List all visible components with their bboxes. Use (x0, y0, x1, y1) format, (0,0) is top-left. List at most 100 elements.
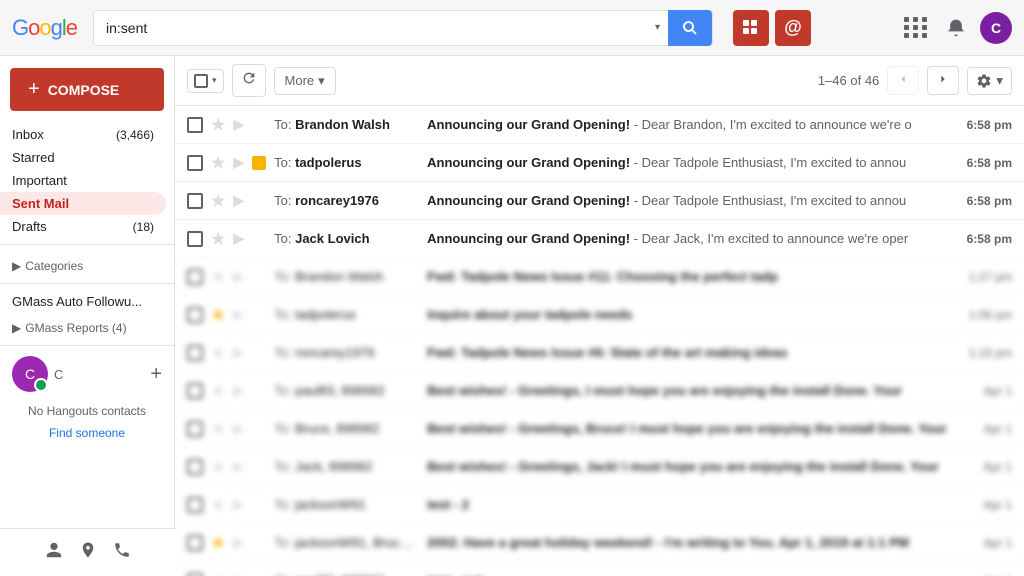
phone-icon[interactable] (113, 541, 131, 564)
settings-arrow-icon: ▾ (996, 73, 1003, 89)
email-subject: test - 2 (427, 497, 967, 512)
email-checkbox[interactable] (187, 459, 203, 475)
email-to: To: roncarey1976 (274, 345, 419, 360)
email-time: Apr 1 (983, 498, 1012, 512)
email-subject: Announcing our Grand Opening! - Dear Tad… (427, 155, 951, 170)
email-row[interactable]: ★ ▶ To: jacksonW91 test - 2 Apr 1 (175, 486, 1024, 524)
inbox-label: Inbox (12, 127, 116, 142)
important-icon: ▶ (233, 496, 244, 513)
avatar[interactable]: C (980, 12, 1012, 44)
notifications-button[interactable] (940, 12, 972, 44)
settings-button[interactable]: ▾ (967, 67, 1012, 95)
right-icons: C (900, 12, 1012, 44)
sidebar-item-gmass-followup[interactable]: GMass Auto Followu... (0, 290, 174, 313)
email-subject: 2002: Have a great holiday weekend! - I'… (427, 535, 967, 550)
star-icon[interactable]: ★ (211, 191, 225, 211)
star-icon[interactable]: ★ (211, 267, 225, 287)
select-all-checkbox (194, 74, 208, 88)
email-row[interactable]: ★ ▶ To: Jack, 898982 Best wishes! - Gree… (175, 448, 1024, 486)
sidebar-item-inbox[interactable]: Inbox (3,466) (0, 123, 166, 146)
star-icon[interactable]: ★ (211, 381, 225, 401)
email-time: Apr 1 (983, 422, 1012, 436)
inbox-count: (3,466) (116, 128, 154, 142)
email-checkbox[interactable] (187, 421, 203, 437)
location-icon[interactable] (79, 541, 97, 564)
star-icon[interactable]: ★ (211, 495, 225, 515)
email-row[interactable]: ★ ▶ To: Jack Lovich Announcing our Grand… (175, 220, 1024, 258)
dropdown-arrow-icon: ▾ (212, 75, 217, 86)
email-to: To: tadpolerus (274, 155, 419, 170)
star-icon[interactable]: ★ (211, 419, 225, 439)
apps-button[interactable] (900, 12, 932, 44)
star-icon[interactable]: ★ (211, 153, 225, 173)
person-icon[interactable] (45, 541, 63, 564)
email-subject: Announcing our Grand Opening! - Dear Jac… (427, 231, 951, 246)
email-checkbox[interactable] (187, 497, 203, 513)
email-subject: Announcing our Grand Opening! - Dear Tad… (427, 193, 951, 208)
hangout-user[interactable]: C C + (0, 352, 174, 396)
star-icon[interactable]: ★ (211, 115, 225, 135)
find-someone-link[interactable]: Find someone (0, 426, 174, 440)
star-icon[interactable]: ★ (211, 229, 225, 249)
email-row[interactable]: ★ ▶ To: Brandon Walsh Fwd: Tadpole News … (175, 258, 1024, 296)
expand-icon-2: ▶ (12, 321, 21, 335)
hangout-add-button[interactable]: + (150, 363, 162, 386)
star-icon[interactable]: ★ (211, 305, 225, 325)
star-icon[interactable]: ★ (211, 571, 225, 576)
email-checkbox[interactable] (187, 155, 203, 171)
label-icon (252, 156, 266, 170)
toolbar: ▾ More ▾ 1–46 of 46 (175, 56, 1024, 106)
sidebar: + COMPOSE Inbox (3,466) Starred Importan… (0, 56, 175, 576)
email-row[interactable]: ★ ▶ To: tadpolerus Inquire about your ta… (175, 296, 1024, 334)
gmass-reports-section[interactable]: ▶ GMass Reports (4) (0, 313, 174, 339)
email-checkbox[interactable] (187, 117, 203, 133)
star-icon[interactable]: ★ (211, 457, 225, 477)
important-icon: ▶ (233, 306, 244, 323)
email-time: 6:58 pm (967, 232, 1012, 246)
gmass-at-button[interactable]: @ (775, 10, 811, 46)
email-checkbox[interactable] (187, 345, 203, 361)
more-button[interactable]: More ▾ (274, 67, 336, 95)
email-checkbox[interactable] (187, 573, 203, 576)
star-icon[interactable]: ★ (211, 533, 225, 553)
email-checkbox[interactable] (187, 383, 203, 399)
prev-page-button[interactable] (887, 66, 919, 95)
sidebar-item-important[interactable]: Important (0, 169, 166, 192)
email-checkbox[interactable] (187, 307, 203, 323)
sidebar-item-drafts[interactable]: Drafts (18) (0, 215, 166, 238)
next-page-button[interactable] (927, 66, 959, 95)
email-checkbox[interactable] (187, 269, 203, 285)
email-row[interactable]: ★ ▶ To: paul83, 898982 Best wishes! - Gr… (175, 372, 1024, 410)
compose-button[interactable]: + COMPOSE (10, 68, 164, 111)
email-checkbox[interactable] (187, 535, 203, 551)
email-row[interactable]: ★ ▶ To: roncarey1976 Fwd: Tadpole News I… (175, 334, 1024, 372)
sidebar-item-sent[interactable]: Sent Mail (0, 192, 166, 215)
email-row[interactable]: ★ ▶ To: tadpolerus Announcing our Grand … (175, 144, 1024, 182)
email-row[interactable]: ★ ▶ To: Bruce, 898982 Best wishes! - Gre… (175, 410, 1024, 448)
search-button[interactable] (668, 10, 712, 46)
email-to: To: jacksonW91 (274, 497, 419, 512)
search-dropdown-button[interactable]: ▾ (647, 22, 668, 33)
email-time: 1:27 pm (969, 270, 1012, 284)
sidebar-divider (0, 244, 174, 245)
email-row[interactable]: ★ ▶ To: Brandon Walsh Announcing our Gra… (175, 106, 1024, 144)
star-icon[interactable]: ★ (211, 343, 225, 363)
select-checkbox-dropdown[interactable]: ▾ (187, 69, 224, 93)
email-time: 1:15 pm (969, 346, 1012, 360)
email-row[interactable]: ★ ▶ To: paul83, 898982 test - out Apr 1 (175, 562, 1024, 576)
email-checkbox[interactable] (187, 231, 203, 247)
sidebar-item-starred[interactable]: Starred (0, 146, 166, 169)
email-checkbox[interactable] (187, 193, 203, 209)
email-row[interactable]: ★ ▶ To: roncarey1976 Announcing our Gran… (175, 182, 1024, 220)
important-icon: ▶ (233, 192, 244, 209)
important-icon: ▶ (233, 420, 244, 437)
email-to: To: roncarey1976 (274, 193, 419, 208)
refresh-button[interactable] (232, 64, 266, 97)
search-input[interactable] (94, 20, 647, 36)
email-row[interactable]: ★ ▶ To: jacksonW91, Bruce... +2 2002: Ha… (175, 524, 1024, 562)
email-to: To: paul83, 898982 (274, 383, 419, 398)
refresh-icon (241, 70, 257, 86)
categories-section[interactable]: ▶ Categories (0, 251, 174, 277)
gmass-grid-button[interactable] (733, 10, 769, 46)
chevron-left-icon (896, 72, 910, 86)
